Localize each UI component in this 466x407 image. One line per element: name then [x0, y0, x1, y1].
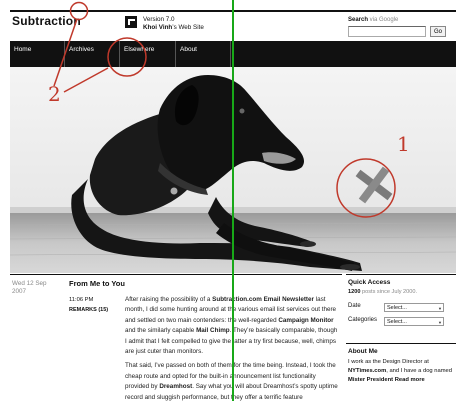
- search-input[interactable]: [348, 26, 426, 37]
- main-nav: Home Archives Elsewhere About: [10, 41, 456, 67]
- dog-photo-image: [10, 67, 456, 273]
- date-select[interactable]: Select...: [384, 303, 444, 313]
- post-title[interactable]: From Me to You: [69, 279, 125, 288]
- site-title[interactable]: Subtraction: [12, 14, 81, 28]
- categories-label: Categories: [348, 317, 378, 323]
- nav-divider: [230, 41, 231, 67]
- search-label-text: Search: [348, 17, 369, 23]
- nav-item-archives[interactable]: Archives: [69, 46, 94, 53]
- nav-item-about[interactable]: About: [180, 46, 197, 53]
- site-logo-icon[interactable]: [125, 16, 137, 28]
- post-body: After raising the possibility of a Subtr…: [125, 295, 339, 407]
- post-top-rule: [10, 274, 342, 275]
- hero-photo: [10, 67, 456, 273]
- nav-item-elsewhere[interactable]: Elsewhere: [124, 46, 154, 53]
- post-text: After raising the possibility of a: [125, 296, 213, 303]
- dreamhost-link[interactable]: Dreamhost: [159, 383, 192, 390]
- owner-suffix: ’s Web Site: [172, 24, 204, 31]
- annotation-label-2: 2: [48, 82, 61, 106]
- categories-select[interactable]: Select...: [384, 317, 444, 327]
- post-text: and the similarly capable: [125, 327, 197, 335]
- posts-count-number: 1200: [348, 289, 361, 295]
- newsletter-link[interactable]: Subtraction.com Email Newsletter: [212, 296, 314, 303]
- post-paragraph: After raising the possibility of a Subtr…: [125, 295, 339, 357]
- owner-name[interactable]: Khoi Vinh: [143, 24, 172, 31]
- about-body: I work as the Design Director at NYTimes…: [348, 358, 454, 384]
- post-remarks-link[interactable]: REMARKS (15): [69, 307, 108, 313]
- search-label: Search via Google: [348, 17, 398, 23]
- posts-count: 1200 posts since July 2000.: [348, 289, 417, 295]
- quick-access-title: Quick Access: [348, 279, 391, 286]
- about-text: , and I have a dog named: [386, 367, 452, 374]
- post-date: Wed 12 Sep 2007: [12, 280, 47, 296]
- annotation-label-1: 1: [397, 132, 410, 156]
- site-version: Version 7.0: [143, 16, 175, 23]
- mail-chimp-link[interactable]: Mail Chimp: [196, 327, 230, 334]
- date-label: Date: [348, 303, 361, 309]
- nav-item-home[interactable]: Home: [14, 46, 31, 53]
- nytimes-link[interactable]: NYTimes.com: [348, 368, 386, 374]
- about-title: About Me: [348, 348, 378, 355]
- post-time: 11:06 PM: [69, 297, 94, 303]
- site-owner: Khoi Vinh’s Web Site: [143, 24, 204, 32]
- sidebar-top-rule: [346, 274, 456, 275]
- search-go-button[interactable]: Go: [430, 26, 446, 37]
- mister-president-link[interactable]: Mister President: [348, 377, 393, 383]
- site-meta: Version 7.0 Khoi Vinh’s Web Site: [143, 16, 204, 32]
- sidebar-divider: [346, 343, 456, 344]
- post-date-day: Wed 12 Sep: [12, 280, 47, 287]
- nav-divider: [64, 41, 65, 67]
- nav-divider: [119, 41, 120, 67]
- header-top-rule: [10, 10, 456, 12]
- campaign-monitor-link[interactable]: Campaign Monitor: [278, 317, 333, 324]
- posts-count-suffix: posts since July 2000.: [360, 289, 418, 295]
- about-text: I work as the Design Director at: [348, 359, 429, 365]
- nav-divider: [175, 41, 176, 67]
- search-via-text: via Google: [368, 17, 399, 23]
- post-date-year: 2007: [12, 288, 27, 295]
- read-more-link[interactable]: Read more: [395, 377, 425, 383]
- post-paragraph: That said, I’ve passed on both of them f…: [125, 361, 339, 403]
